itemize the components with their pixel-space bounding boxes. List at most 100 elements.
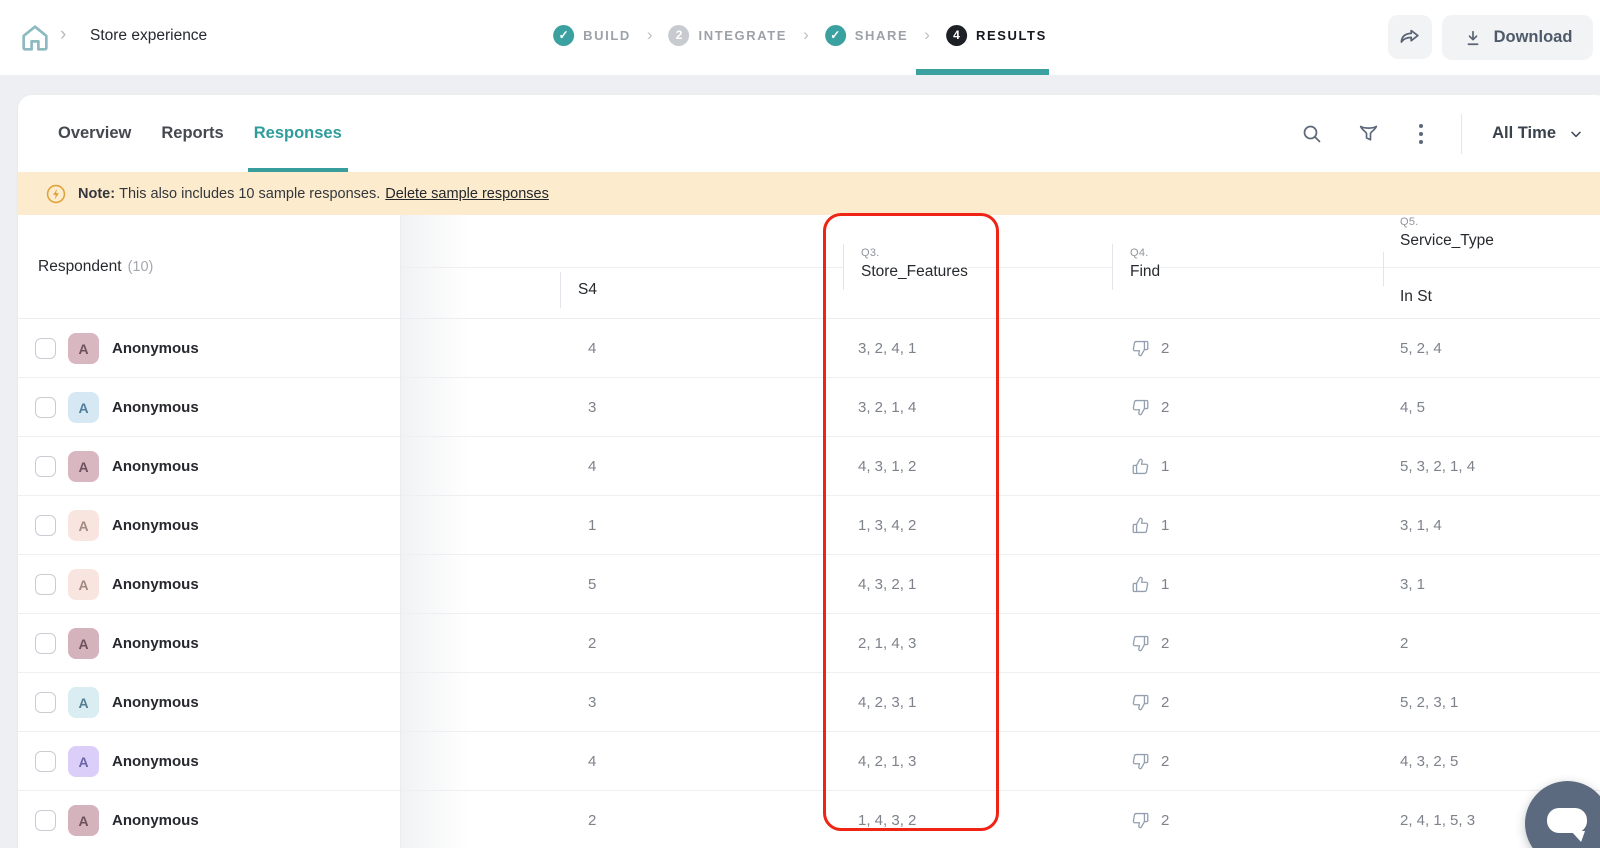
table-row[interactable]: A Anonymous 4 3, 2, 4, 1 2 5, 2, 4 <box>18 319 1600 378</box>
table-row[interactable]: A Anonymous 5 4, 3, 2, 1 1 3, 1 <box>18 555 1600 614</box>
cell-service-type: 4, 3, 2, 5 <box>1400 752 1459 770</box>
column-title: Service_Type <box>1400 232 1494 249</box>
column-subheader-q5[interactable]: In St <box>1400 281 1432 313</box>
thumbs-up-icon <box>1132 517 1149 533</box>
row-checkbox[interactable] <box>35 810 56 831</box>
respondent-name[interactable]: Anonymous <box>112 614 199 672</box>
table-row[interactable]: A Anonymous 4 4, 2, 1, 3 2 4, 3, 2, 5 <box>18 732 1600 791</box>
column-title: S4 <box>578 281 597 298</box>
question-number: Q3. <box>861 247 880 259</box>
row-checkbox[interactable] <box>35 456 56 477</box>
delete-sample-responses-link[interactable]: Delete sample responses <box>385 186 549 202</box>
download-icon <box>1467 30 1478 45</box>
find-value: 1 <box>1161 516 1170 534</box>
respondent-name[interactable]: Anonymous <box>112 791 199 848</box>
cell-service-type: 3, 1, 4 <box>1400 516 1442 534</box>
avatar: A <box>68 687 99 718</box>
respondent-column-header[interactable]: Respondent <box>38 258 122 276</box>
cell-find: 2 <box>1130 732 1169 790</box>
respondent-name[interactable]: Anonymous <box>112 496 199 554</box>
cell-store-features: 4, 3, 1, 2 <box>858 457 917 475</box>
cell-s4: 3 <box>588 398 597 416</box>
step-share[interactable]: ✓ SHARE <box>824 24 909 46</box>
cell-service-type: 2 <box>1400 634 1409 652</box>
respondent-name[interactable]: Anonymous <box>112 378 199 436</box>
respondent-name[interactable]: Anonymous <box>112 732 199 790</box>
progress-stepper: ✓ BUILD › 2 INTEGRATE › ✓ SHARE › 4 RESU… <box>553 0 1047 70</box>
find-value: 2 <box>1161 693 1170 711</box>
cell-store-features: 4, 2, 1, 3 <box>858 752 917 770</box>
table-row[interactable]: A Anonymous 2 2, 1, 4, 3 2 2 <box>18 614 1600 673</box>
column-header-q4[interactable]: Q4. Find <box>1112 244 1161 290</box>
cell-service-type: 5, 3, 2, 1, 4 <box>1400 457 1476 475</box>
column-title: Store_Features <box>861 263 968 280</box>
row-checkbox[interactable] <box>35 574 56 595</box>
step-chevron-icon: › <box>924 25 930 44</box>
cell-service-type: 3, 1 <box>1400 575 1426 593</box>
table-row[interactable]: A Anonymous 3 3, 2, 1, 4 2 4, 5 <box>18 378 1600 437</box>
table-row[interactable]: A Anonymous 4 4, 3, 1, 2 1 5, 3, 2, 1, 4 <box>18 437 1600 496</box>
avatar: A <box>68 392 99 423</box>
respondent-name[interactable]: Anonymous <box>112 437 199 495</box>
step-results[interactable]: 4 RESULTS <box>945 24 1047 46</box>
breadcrumb[interactable]: Store experience <box>90 27 207 45</box>
respondent-name[interactable]: Anonymous <box>112 673 199 731</box>
tab-bar: Overview Reports Responses All Time <box>18 95 1600 172</box>
chat-bubble-icon <box>1547 808 1587 833</box>
column-header-s4[interactable]: S4 <box>560 272 597 308</box>
step-label: BUILD <box>583 27 631 43</box>
cell-s4: 2 <box>588 634 597 652</box>
respondent-name[interactable]: Anonymous <box>112 555 199 613</box>
cell-find: 2 <box>1130 319 1169 377</box>
table-row[interactable]: A Anonymous 3 4, 2, 3, 1 2 5, 2, 3, 1 <box>18 673 1600 732</box>
tab-overview[interactable]: Overview <box>58 95 131 172</box>
table-row[interactable]: A Anonymous 1 1, 3, 4, 2 1 3, 1, 4 <box>18 496 1600 555</box>
find-value: 2 <box>1161 339 1170 357</box>
header-subdivider <box>401 267 1600 268</box>
cell-find: 2 <box>1130 378 1169 436</box>
cell-store-features: 3, 2, 1, 4 <box>858 398 917 416</box>
find-value: 1 <box>1161 575 1170 593</box>
avatar: A <box>68 628 99 659</box>
cell-find: 1 <box>1130 437 1169 495</box>
tab-reports[interactable]: Reports <box>161 95 223 172</box>
download-button[interactable]: Download <box>1442 15 1593 60</box>
respondent-name[interactable]: Anonymous <box>112 319 199 377</box>
row-checkbox[interactable] <box>35 633 56 654</box>
time-filter-dropdown[interactable]: All Time <box>1492 124 1584 143</box>
cell-service-type: 5, 2, 3, 1 <box>1400 693 1459 711</box>
column-header-q5[interactable]: Q5. Service_Type <box>1400 216 1494 262</box>
cell-find: 2 <box>1130 614 1169 672</box>
cell-s4: 4 <box>588 752 597 770</box>
cell-s4: 5 <box>588 575 597 593</box>
row-checkbox[interactable] <box>35 692 56 713</box>
cell-find: 1 <box>1130 496 1169 554</box>
sample-responses-banner: Note: This also includes 10 sample respo… <box>18 172 1600 215</box>
column-header-q3[interactable]: Q3. Store_Features <box>843 244 968 290</box>
chat-bubble-tail <box>1571 831 1585 842</box>
row-checkbox[interactable] <box>35 397 56 418</box>
search-icon[interactable] <box>1299 121 1325 147</box>
cell-store-features: 2, 1, 4, 3 <box>858 634 917 652</box>
row-checkbox[interactable] <box>35 515 56 536</box>
cell-store-features: 1, 4, 3, 2 <box>858 811 917 829</box>
banner-note-label: Note: <box>78 185 116 202</box>
cell-store-features: 3, 2, 4, 1 <box>858 339 917 357</box>
row-checkbox[interactable] <box>35 751 56 772</box>
chevron-down-icon <box>1571 131 1581 137</box>
step-integrate[interactable]: 2 INTEGRATE <box>668 24 788 46</box>
banner-message: This also includes 10 sample responses. <box>119 185 381 202</box>
find-value: 2 <box>1161 811 1170 829</box>
divider <box>1461 113 1463 154</box>
step-build[interactable]: ✓ BUILD <box>553 24 631 46</box>
find-value: 1 <box>1161 457 1170 475</box>
row-checkbox[interactable] <box>35 338 56 359</box>
filter-funnel-icon[interactable] <box>1355 121 1381 147</box>
kebab-menu-icon[interactable] <box>1411 120 1431 148</box>
active-step-underline <box>916 69 1049 75</box>
tab-responses[interactable]: Responses <box>247 95 348 172</box>
home-icon[interactable] <box>18 21 52 55</box>
cell-s4: 4 <box>588 457 597 475</box>
table-row[interactable]: A Anonymous 2 1, 4, 3, 2 2 2, 4, 1, 5, 3 <box>18 791 1600 848</box>
share-button[interactable] <box>1388 15 1432 59</box>
